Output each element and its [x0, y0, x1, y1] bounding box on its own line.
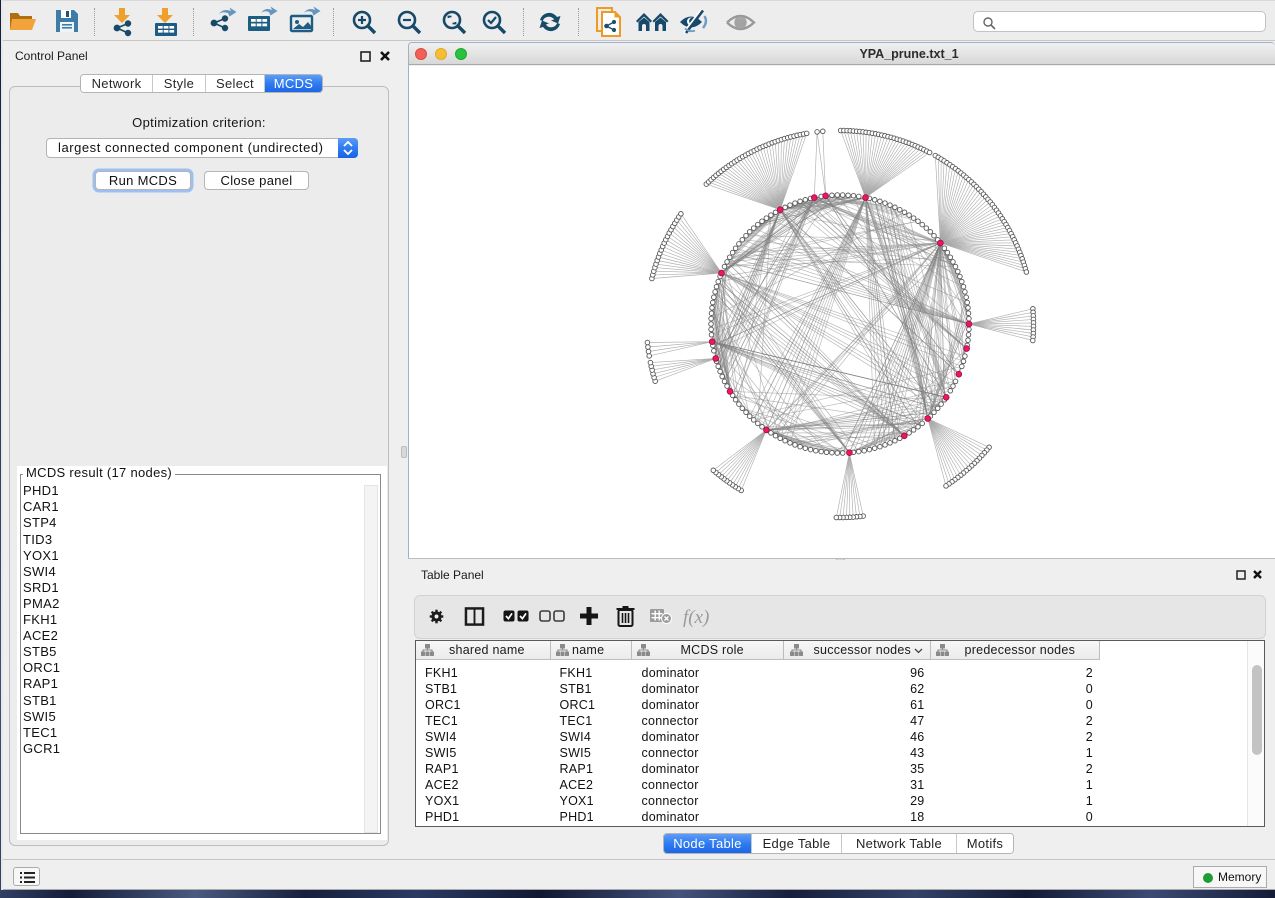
- svg-text:f(x): f(x): [683, 607, 709, 628]
